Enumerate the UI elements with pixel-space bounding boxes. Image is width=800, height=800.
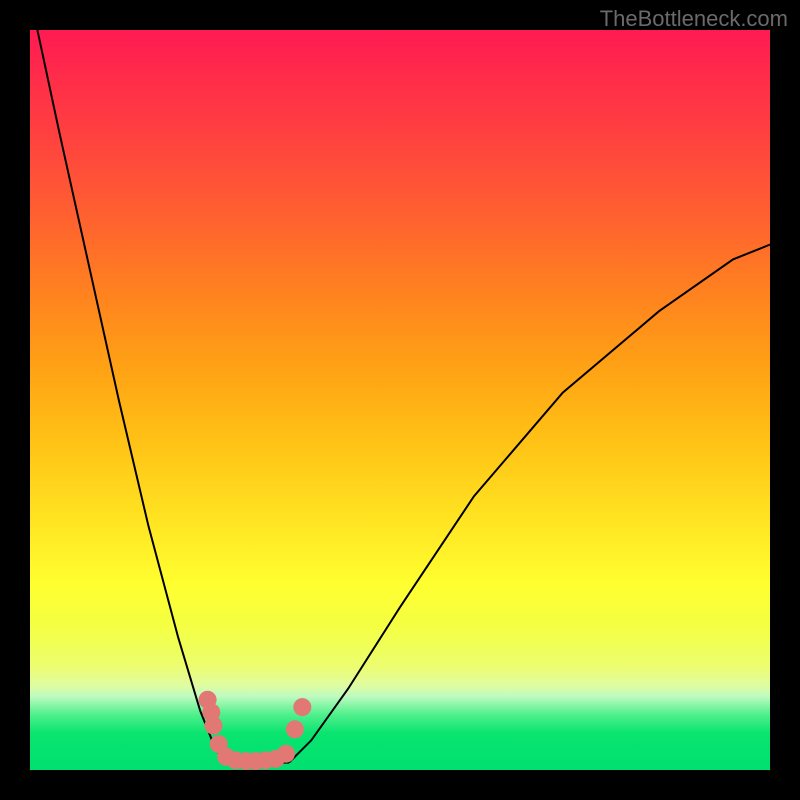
trough-dot [277, 745, 295, 763]
curve-layer [30, 30, 770, 770]
curve-path-right [289, 245, 770, 763]
outer-frame: TheBottleneck.com [0, 0, 800, 800]
trough-dot [293, 698, 311, 716]
trough-dot [205, 717, 223, 735]
watermark-text: TheBottleneck.com [600, 6, 788, 32]
trough-dot [286, 720, 304, 738]
plot-area [30, 30, 770, 770]
curve-path-left [37, 30, 289, 763]
